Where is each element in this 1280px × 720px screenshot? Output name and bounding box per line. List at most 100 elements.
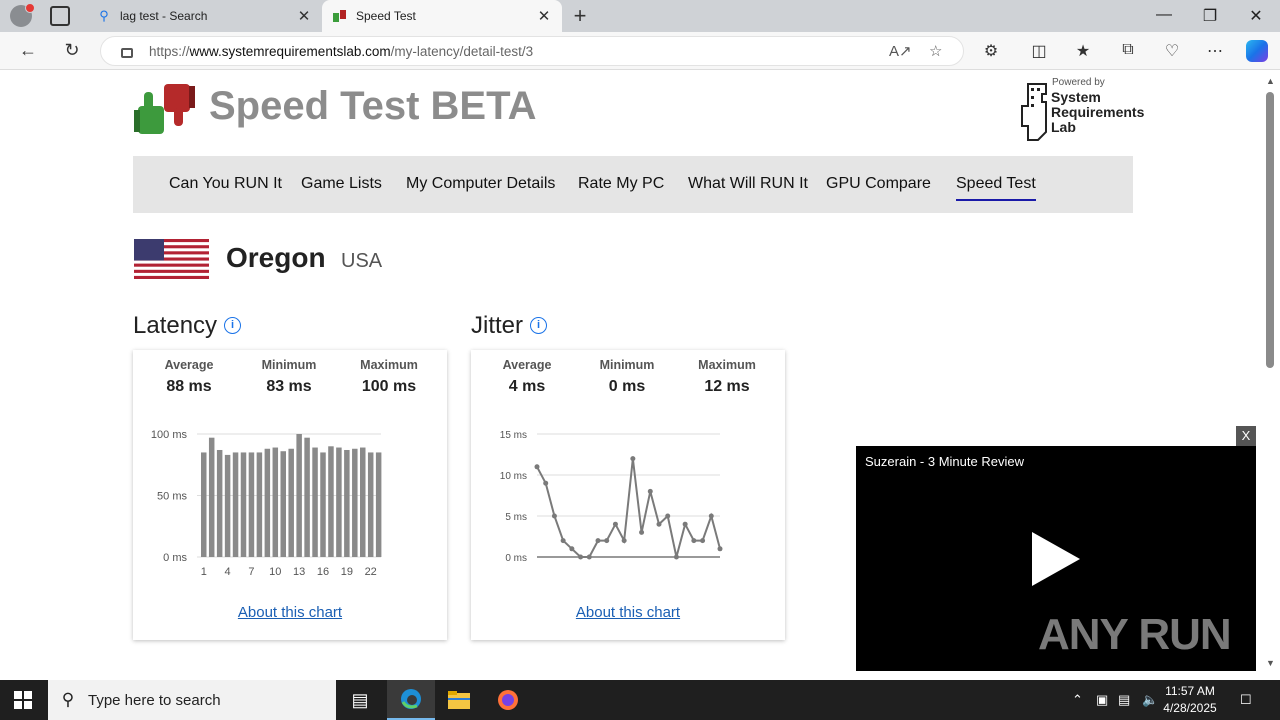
task-view-icon[interactable]: ▤ [336,680,384,720]
read-aloud-icon[interactable]: A↗ [889,42,912,60]
taskbar-clock[interactable]: 11:57 AM 4/28/2025 [1160,683,1220,717]
jitter-y-tick-label: 15 ms [500,430,527,441]
latency-bar [224,454,231,557]
jitter-point [682,521,688,527]
latency-x-tick-label: 7 [248,566,254,578]
jitter-point [639,529,645,535]
tray-device-icon[interactable]: ▣ [1096,692,1108,708]
extensions-icon[interactable]: ⚙ [980,41,1002,61]
jitter-y-tick-label: 10 ms [500,471,527,482]
jitter-point [665,513,671,519]
latency-bar [264,448,271,557]
latency-bar [336,447,342,557]
scroll-up-icon[interactable]: ▲ [1266,76,1275,86]
video-close-button[interactable]: X [1236,426,1256,446]
scroll-down-icon[interactable]: ▼ [1266,658,1275,668]
latency-average: Average 88 ms [164,358,214,395]
tray-chevron-icon[interactable]: ⌃ [1072,692,1083,708]
latency-minimum: Minimum 83 ms [261,358,317,395]
volume-icon[interactable]: 🔈 [1142,692,1158,708]
latency-info-icon[interactable]: i [224,317,241,334]
jitter-point [612,521,618,527]
tab-search[interactable]: ⚲ lag test - Search ✕ [86,0,322,32]
jitter-point [569,546,575,552]
latency-x-tick-label: 22 [365,566,377,578]
latency-bar [256,452,263,557]
latency-bar [304,437,310,557]
more-menu-icon[interactable]: ⋯ [1204,41,1226,61]
jitter-average: Average 4 ms [502,358,552,395]
jitter-about-link[interactable]: About this chart [471,604,785,621]
jitter-point [604,538,610,544]
back-arrow-icon[interactable]: ← [16,40,40,61]
video-title: Suzerain - 3 Minute Review [865,454,1024,469]
menu-item-rate-my-pc[interactable]: Rate My PC [578,175,664,193]
minimize-icon[interactable]: — [1154,6,1174,24]
firefox-icon[interactable] [484,680,532,720]
latency-card: Average 88 ms Minimum 83 ms Maximum 100 … [133,350,447,640]
play-icon[interactable] [1032,532,1080,586]
new-tab-icon[interactable]: + [568,3,592,29]
jitter-point [551,513,557,519]
usa-flag-icon [134,239,209,279]
jitter-point [560,538,566,544]
jitter-point [656,521,662,527]
jitter-point [708,513,714,519]
close-tab-icon[interactable]: ✕ [296,7,312,25]
refresh-icon[interactable]: ↻ [60,40,84,61]
windows-start-icon[interactable] [14,691,32,709]
split-screen-icon[interactable]: ◫ [1028,41,1050,61]
network-icon[interactable]: ▤ [1118,692,1130,708]
jitter-point [717,546,723,552]
tab-label: lag test - Search [120,9,208,23]
latency-bar [216,449,223,557]
address-bar[interactable]: https://www.systemrequirementslab.com/my… [100,36,964,66]
restore-icon[interactable]: ❐ [1200,6,1220,26]
jitter-point [534,464,540,470]
region-name: Oregon [226,242,326,273]
lock-icon [121,48,133,58]
latency-bar [375,452,382,557]
favorites-icon[interactable]: ★ [1072,41,1094,61]
tab-actions-icon[interactable] [50,6,70,26]
menu-item-what-will-run-it[interactable]: What Will RUN It [688,175,808,193]
notifications-icon[interactable]: ☐ [1240,692,1252,708]
latency-about-link[interactable]: About this chart [133,604,447,621]
taskbar-search[interactable]: ⚲ Type here to search [48,680,336,720]
menu-item-gpu-compare[interactable]: GPU Compare [826,175,931,193]
latency-bar [240,452,247,557]
menu-item-can-you-run-it[interactable]: Can You RUN It [169,175,282,193]
srl-favicon-icon [332,8,348,24]
video-player[interactable]: Suzerain - 3 Minute Review ANY RUN [856,446,1256,671]
latency-y-tick-label: 0 ms [163,552,187,564]
close-window-icon[interactable]: ✕ [1246,6,1266,26]
jitter-line-chart: 15 ms 10 ms 5 ms 0 ms [500,430,723,564]
thumbs-logo-icon[interactable] [134,82,196,138]
navigation-bar: ← ↻ https://www.systemrequirementslab.co… [0,32,1280,70]
srl-name: System Requirements Lab [1051,89,1145,135]
jitter-minimum: Minimum 0 ms [599,358,655,395]
page-scrollbar[interactable]: ▲ ▼ [1262,70,1280,678]
collections-icon[interactable]: ⧉ [1117,41,1139,59]
file-explorer-icon[interactable] [435,680,483,720]
tab-speed-test[interactable]: Speed Test ✕ [322,0,562,32]
windows-taskbar: ⚲ Type here to search ▤ ⌃ ▣ ▤ 🔈 11:57 AM… [0,680,1280,720]
jitter-y-tick-label: 0 ms [505,553,527,564]
latency-maximum: Maximum 100 ms [360,358,418,395]
latency-x-tick-label: 13 [293,566,305,578]
performance-icon[interactable]: ♡ [1161,41,1183,61]
favorite-star-icon[interactable]: ☆ [929,42,942,60]
jitter-info-icon[interactable]: i [530,317,547,334]
profile-avatar-icon[interactable] [10,3,35,27]
menu-item-game-lists[interactable]: Game Lists [301,175,382,193]
copilot-icon[interactable] [1246,40,1268,62]
menu-item-my-computer-details[interactable]: My Computer Details [406,175,555,193]
menu-item-speed-test[interactable]: Speed Test [956,175,1036,201]
edge-browser-icon[interactable] [387,680,435,720]
latency-bar [288,448,294,557]
latency-x-tick-label: 16 [317,566,329,578]
scrollbar-thumb[interactable] [1266,92,1274,368]
jitter-point [673,554,679,560]
jitter-point [630,456,636,462]
close-tab-icon[interactable]: ✕ [536,7,552,25]
